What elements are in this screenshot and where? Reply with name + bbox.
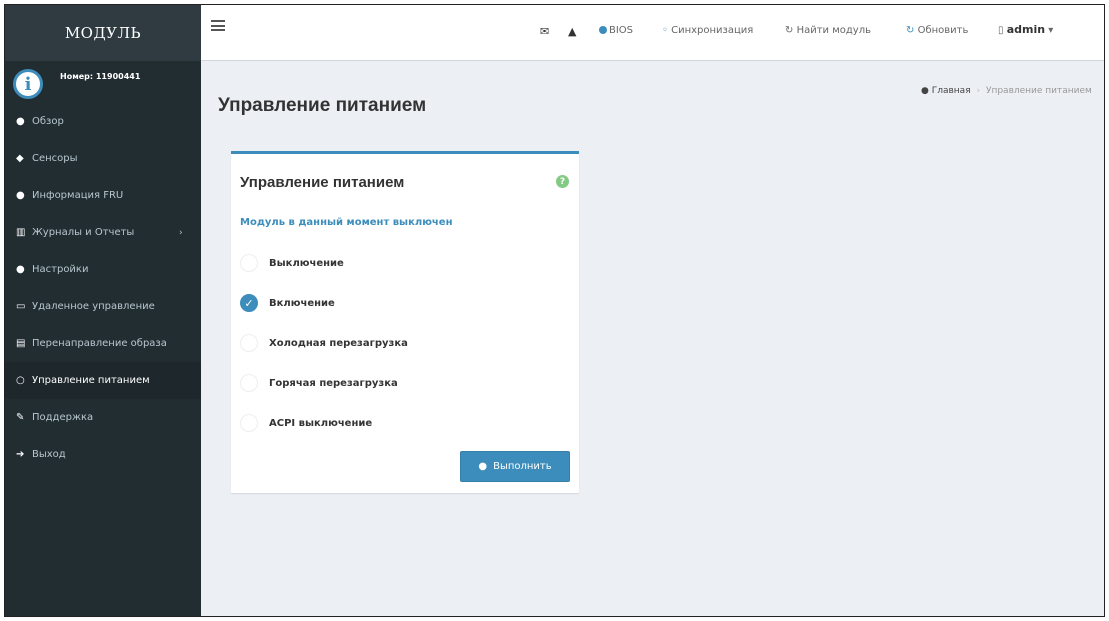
chart-icon: ▥ (16, 227, 26, 238)
sidebar-item-label: Перенаправление образа (32, 338, 167, 349)
sidebar-item-logs[interactable]: ▥ Журналы и Отчеты › (5, 214, 201, 251)
radio-warm-reset[interactable] (240, 374, 258, 392)
find-module-icon: ↻ (785, 25, 794, 36)
option-label: Холодная перезагрузка (269, 337, 408, 349)
drive-icon: ▤ (16, 338, 26, 349)
power-icon: ○ (16, 375, 25, 386)
option-acpi-shutdown[interactable]: ACPI выключение (240, 413, 372, 433)
sidebar-item-label: Информация FRU (32, 190, 124, 201)
sidebar-item-label: Настройки (32, 264, 89, 275)
module-status-text: Модуль в данный момент выключен (240, 217, 453, 228)
option-label: Горячая перезагрузка (269, 377, 398, 389)
info-icon: i (13, 69, 43, 99)
top-navbar: ✉ ▲ BIOS ◦ Синхронизация ↻ Найти модуль … (201, 5, 1104, 61)
monitor-icon: ▭ (16, 301, 26, 312)
bios-status-icon (599, 26, 607, 34)
sidebar-item-label: Журналы и Отчеты (32, 227, 135, 238)
refresh-link[interactable]: ↻ Обновить (906, 25, 968, 36)
envelope-icon[interactable]: ✉ (540, 25, 549, 38)
sync-icon: ◦ (662, 25, 668, 36)
sidebar-item-overview[interactable]: ● Обзор (5, 103, 201, 140)
breadcrumb-home-link[interactable]: Главная (932, 86, 971, 96)
sidebar-item-power-control[interactable]: ○ Управление питанием (5, 362, 201, 399)
sidebar-item-label: Выход (32, 449, 66, 460)
sidebar-item-label: Обзор (32, 116, 64, 127)
refresh-icon: ↻ (906, 25, 915, 36)
user-panel: i Номер: 11900441 (5, 61, 201, 103)
gear-icon: ● (16, 264, 25, 275)
sidebar-item-label: Сенсоры (32, 153, 78, 164)
bios-link[interactable]: BIOS (599, 25, 633, 36)
sidebar-item-settings[interactable]: ● Настройки (5, 251, 201, 288)
radio-power-off[interactable] (240, 254, 258, 272)
chevron-down-icon: ▾ (1048, 25, 1054, 36)
radio-acpi-shutdown[interactable] (240, 414, 258, 432)
option-cold-reset[interactable]: Холодная перезагрузка (240, 333, 408, 353)
find-module-link[interactable]: ↻ Найти модуль (785, 25, 871, 36)
user-icon: ▯ (998, 25, 1004, 36)
wrench-icon: ✎ (16, 412, 25, 423)
home-icon: ● (16, 116, 25, 127)
radio-cold-reset[interactable] (240, 334, 258, 352)
sidebar-item-support[interactable]: ✎ Поддержка (5, 399, 201, 436)
sidebar-item-label: Поддержка (32, 412, 94, 423)
sidebar-item-fru-info[interactable]: ● Информация FRU (5, 177, 201, 214)
sidebar-item-remote-control[interactable]: ▭ Удаленное управление (5, 288, 201, 325)
option-warm-reset[interactable]: Горячая перезагрузка (240, 373, 398, 393)
breadcrumb-current: Управление питанием (985, 86, 1092, 96)
breadcrumb: ● Главная › Управление питанием (921, 86, 1092, 96)
power-icon: ● (478, 461, 488, 472)
radio-power-on[interactable]: ✓ (240, 294, 258, 312)
chevron-right-icon: › (179, 227, 183, 238)
sidebar-item-logout[interactable]: ➔ Выход (5, 436, 201, 473)
option-power-on[interactable]: ✓ Включение (240, 293, 335, 313)
execute-label: Выполнить (493, 461, 552, 472)
admin-menu[interactable]: ▯ admin ▾ (998, 23, 1053, 36)
hamburger-menu-icon[interactable] (211, 20, 225, 31)
home-icon: ● (921, 86, 929, 96)
sidebar-item-image-redirection[interactable]: ▤ Перенаправление образа (5, 325, 201, 362)
page-title: Управление питанием (218, 95, 427, 116)
option-label: Включение (269, 297, 335, 309)
info-icon: ● (16, 190, 25, 201)
sidebar-menu: ● Обзор ◆ Сенсоры ● Информация FRU ▥ Жур… (5, 103, 201, 473)
execute-button[interactable]: ● Выполнить (460, 451, 570, 482)
app-window: МОДУЛЬ i Номер: 11900441 ● Обзор ◆ Сенсо… (4, 4, 1105, 617)
option-label: Выключение (269, 257, 344, 269)
module-number: Номер: 11900441 (60, 72, 141, 81)
help-icon[interactable]: ? (556, 175, 569, 188)
sidebar-item-sensors[interactable]: ◆ Сенсоры (5, 140, 201, 177)
logout-icon: ➔ (16, 449, 25, 460)
option-power-off[interactable]: Выключение (240, 253, 344, 273)
sidebar-item-label: Удаленное управление (32, 301, 155, 312)
panel-title: Управление питанием (240, 174, 405, 191)
breadcrumb-separator: › (976, 86, 981, 96)
sensors-icon: ◆ (16, 153, 24, 164)
warning-icon[interactable]: ▲ (568, 25, 576, 38)
sidebar-item-label: Управление питанием (32, 375, 150, 386)
sidebar: МОДУЛЬ i Номер: 11900441 ● Обзор ◆ Сенсо… (5, 5, 201, 616)
main-content: Управление питанием ● Главная › Управлен… (201, 61, 1104, 616)
sync-link[interactable]: ◦ Синхронизация (662, 25, 753, 36)
brand-logo[interactable]: МОДУЛЬ (5, 5, 201, 61)
power-control-panel: Управление питанием ? Модуль в данный мо… (231, 151, 579, 493)
option-label: ACPI выключение (269, 417, 373, 429)
